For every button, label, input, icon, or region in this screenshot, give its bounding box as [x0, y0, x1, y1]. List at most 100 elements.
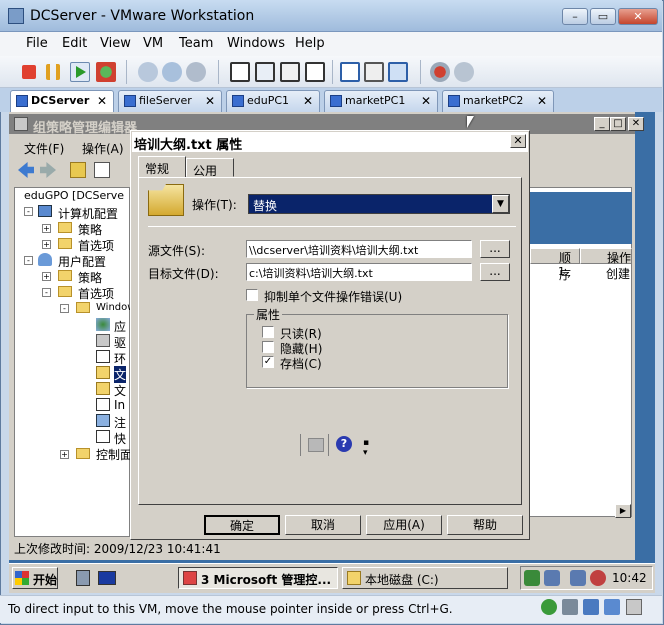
tab-common[interactable]: 公用 [186, 158, 234, 178]
snapshot-manager-icon[interactable] [186, 62, 206, 82]
close-icon[interactable]: ✕ [537, 94, 547, 108]
tab-fileserver[interactable]: fileServer ✕ [118, 90, 222, 112]
collapse-icon[interactable]: - [24, 207, 33, 216]
expand-icon[interactable]: + [42, 224, 51, 233]
menu-view[interactable]: View [100, 36, 131, 51]
up-folder-icon[interactable] [70, 162, 86, 178]
expand-icon[interactable]: + [60, 450, 69, 459]
tree-item[interactable]: 应 [114, 318, 126, 335]
browse-target-button[interactable]: ... [480, 263, 510, 281]
suspend-icon[interactable] [46, 64, 60, 80]
tree-control-panel[interactable]: 控制面 [96, 446, 132, 463]
menu-file[interactable]: File [26, 36, 48, 51]
harddisk-icon[interactable] [562, 599, 578, 615]
tree-user-config[interactable]: 用户配置 [58, 253, 106, 270]
monitor-icon[interactable] [544, 570, 560, 586]
close-icon[interactable]: ✕ [205, 94, 215, 108]
gpo-minimize-button[interactable]: _ [594, 117, 610, 131]
network-adapter-icon[interactable] [583, 599, 599, 615]
tree-preferences[interactable]: 首选项 [78, 237, 114, 254]
maximize-button[interactable]: ▭ [590, 8, 616, 25]
gpo-menu-action[interactable]: 操作(A) [82, 140, 124, 157]
snapshot-icon[interactable] [138, 62, 158, 82]
tree-item[interactable]: 注 [114, 414, 126, 431]
scroll-right-arrow[interactable]: ▶ [615, 504, 631, 518]
expand-icon[interactable]: + [42, 272, 51, 281]
tab-marketpc1[interactable]: marketPC1 ✕ [324, 90, 438, 112]
tree-item[interactable]: 驱 [114, 334, 126, 351]
summary-icon[interactable] [340, 62, 360, 82]
record-icon[interactable] [430, 62, 450, 82]
tree-user-policies[interactable]: 策略 [78, 269, 102, 286]
server-manager-icon[interactable] [76, 570, 90, 586]
gpo-close-button[interactable]: ✕ [628, 117, 644, 131]
show-desktop-icon[interactable] [98, 571, 116, 585]
taskbar-item-local-disk[interactable]: 本地磁盘 (C:) [342, 567, 508, 589]
menu-team[interactable]: Team [179, 36, 213, 51]
collapse-icon[interactable]: - [60, 304, 69, 313]
tree-item[interactable]: 环 [114, 350, 126, 367]
collapse-icon[interactable]: - [24, 256, 33, 265]
close-icon[interactable]: ✕ [97, 94, 107, 108]
source-file-input[interactable]: \\dcserver\培训资料\培训大纲.txt [246, 240, 472, 258]
show-tree-icon[interactable] [94, 162, 110, 178]
gpo-maximize-button[interactable]: □ [610, 117, 626, 131]
apply-button[interactable]: 应用(A) [366, 515, 442, 535]
close-icon[interactable]: ✕ [421, 94, 431, 108]
hidden-checkbox[interactable] [262, 341, 274, 353]
expand-icon[interactable]: + [42, 240, 51, 249]
network-status-icon[interactable] [570, 570, 586, 586]
quick-switch-icon[interactable] [280, 62, 300, 82]
display-icon[interactable] [604, 599, 620, 615]
action-select[interactable]: 替换 [248, 194, 510, 214]
tree-user-preferences[interactable]: 首选项 [78, 285, 114, 302]
tab-general[interactable]: 常规 [138, 156, 186, 178]
revert-snapshot-icon[interactable] [162, 62, 182, 82]
close-button[interactable]: ✕ [618, 8, 658, 25]
tab-edupc1[interactable]: eduPC1 ✕ [226, 90, 320, 112]
tree-policies[interactable]: 策略 [78, 221, 102, 238]
menu-windows[interactable]: Windows [227, 36, 285, 51]
show-sidebar-icon[interactable] [230, 62, 250, 82]
reset-icon[interactable] [96, 62, 116, 82]
messages-icon[interactable] [626, 599, 642, 615]
readonly-checkbox[interactable] [262, 326, 274, 338]
menu-vm[interactable]: VM [143, 36, 163, 51]
menu-edit[interactable]: Edit [62, 36, 87, 51]
tree-item[interactable]: 快 [114, 430, 126, 447]
collapse-icon[interactable]: - [42, 288, 51, 297]
taskbar-item-mmc[interactable]: 3 Microsoft 管理控... [178, 567, 338, 589]
gpo-menu-file[interactable]: 文件(F) [24, 140, 64, 157]
cancel-button[interactable]: 取消 [285, 515, 361, 535]
replay-icon[interactable] [454, 62, 474, 82]
network-icon[interactable] [524, 570, 540, 586]
menu-help[interactable]: Help [295, 36, 325, 51]
appliance-view-icon[interactable] [364, 62, 384, 82]
target-file-input[interactable]: c:\培训资料\培训大纲.txt [246, 263, 472, 281]
unity-icon[interactable] [305, 62, 325, 82]
tree-item-files[interactable]: 文 [114, 366, 127, 383]
dialog-close-button[interactable]: ✕ [510, 134, 526, 148]
ok-button[interactable]: 确定 [204, 515, 280, 535]
help-icon[interactable]: ? [336, 436, 352, 452]
tree-item[interactable]: 文 [114, 382, 126, 399]
tree-computer-config[interactable]: 计算机配置 [58, 205, 118, 222]
suppress-errors-checkbox[interactable] [246, 289, 258, 301]
chevron-down-icon[interactable]: ▼ [492, 195, 509, 213]
tab-dcserver[interactable]: DCServer ✕ [10, 90, 114, 112]
cdrom-icon[interactable] [541, 599, 557, 615]
column-header-order[interactable]: 顺序 [530, 248, 580, 282]
fullscreen-icon[interactable] [255, 62, 275, 82]
help-button[interactable]: 帮助 [447, 515, 523, 535]
power-on-icon[interactable] [70, 62, 90, 82]
volume-muted-icon[interactable] [590, 570, 606, 586]
browse-source-button[interactable]: ... [480, 240, 510, 258]
close-icon[interactable]: ✕ [303, 94, 313, 108]
tree-root[interactable]: eduGPO [DCServe [24, 188, 124, 202]
chevron-down-icon[interactable]: ▪ ▾ [363, 438, 369, 458]
column-header-action[interactable]: 操作 [580, 248, 632, 265]
minimize-button[interactable]: – [562, 8, 588, 25]
console-view-icon[interactable] [388, 62, 408, 82]
tab-marketpc2[interactable]: marketPC2 ✕ [442, 90, 554, 112]
tree-item[interactable]: In [114, 398, 125, 412]
